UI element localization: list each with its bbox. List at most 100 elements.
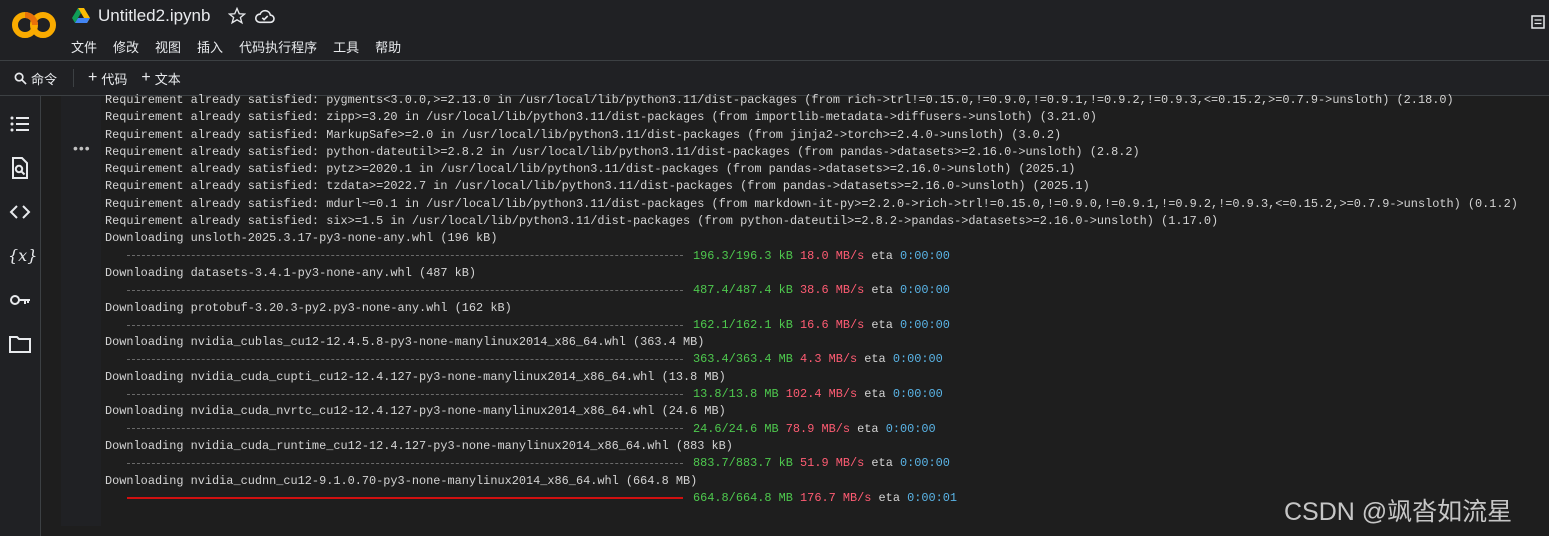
download-label: Downloading nvidia_cuda_nvrtc_cu12-12.4.… xyxy=(105,404,726,419)
drive-icon[interactable] xyxy=(72,8,90,24)
cloud-saved-icon[interactable] xyxy=(254,7,276,25)
eta-label: eta xyxy=(871,317,893,332)
output-line: Requirement already satisfied: six>=1.5 … xyxy=(105,214,1219,229)
find-icon[interactable] xyxy=(8,156,32,180)
top-bar: Untitled2.ipynb 文件 修改 视图 插入 代码执行程序 工具 帮助 xyxy=(0,0,1549,61)
download-label: Downloading protobuf-3.20.3-py2.py3-none… xyxy=(105,300,512,315)
progress-bar xyxy=(127,359,683,361)
download-progress: 196.3/196.3 kB 18.0 MB/s eta 0:00:00 xyxy=(105,248,1518,265)
download-progress: 487.4/487.4 kB 38.6 MB/s eta 0:00:00 xyxy=(105,282,1518,299)
download-speed: 78.9 MB/s xyxy=(785,421,851,436)
progress-bar xyxy=(127,324,683,327)
download-eta: 0:00:01 xyxy=(907,490,958,505)
download-size: 13.8/13.8 MB xyxy=(693,387,779,402)
eta-label: eta xyxy=(864,352,886,367)
colab-logo[interactable] xyxy=(12,10,56,40)
download-label: Downloading nvidia_cudnn_cu12-9.1.0.70-p… xyxy=(105,473,698,488)
add-text-label: 文本 xyxy=(154,71,181,87)
eta-label: eta xyxy=(864,387,886,402)
download-label: Downloading nvidia_cuda_runtime_cu12-12.… xyxy=(105,438,733,453)
output-line: Requirement already satisfied: tzdata>=2… xyxy=(105,179,1090,194)
progress-bar xyxy=(127,255,683,257)
menu-runtime[interactable]: 代码执行程序 xyxy=(239,37,317,56)
output-line: Requirement already satisfied: pytz>=202… xyxy=(105,162,1076,177)
download-label: Downloading unsloth-2025.3.17-py3-none-a… xyxy=(105,231,498,246)
output-line: Requirement already satisfied: zipp>=3.2… xyxy=(105,110,1097,125)
menu-bar: 文件 修改 视图 插入 代码执行程序 工具 帮助 xyxy=(71,37,401,56)
download-label: Downloading nvidia_cuda_cupti_cu12-12.4.… xyxy=(105,369,726,384)
eta-label: eta xyxy=(871,248,893,263)
download-size: 363.4/363.4 MB xyxy=(693,352,793,367)
download-progress: 883.7/883.7 kB 51.9 MB/s eta 0:00:00 xyxy=(105,455,1518,472)
download-size: 664.8/664.8 MB xyxy=(693,490,793,505)
download-size: 883.7/883.7 kB xyxy=(693,456,793,471)
download-size: 196.3/196.3 kB xyxy=(693,248,793,263)
download-progress: 363.4/363.4 MB 4.3 MB/s eta 0:00:00 xyxy=(105,351,1518,368)
download-eta: 0:00:00 xyxy=(899,317,950,332)
output-line: Requirement already satisfied: MarkupSaf… xyxy=(105,127,1062,142)
download-progress: 24.6/24.6 MB 78.9 MB/s eta 0:00:00 xyxy=(105,421,1518,438)
progress-bar xyxy=(127,428,683,430)
code-snippets-icon[interactable] xyxy=(8,200,32,224)
download-speed: 18.0 MB/s xyxy=(800,248,865,263)
add-text-button[interactable]: + 文本 xyxy=(141,69,180,88)
download-size: 24.6/24.6 MB xyxy=(693,421,779,436)
download-size: 487.4/487.4 kB xyxy=(693,283,793,298)
toolbar-divider xyxy=(73,69,75,87)
download-eta: 0:00:00 xyxy=(899,283,950,298)
download-eta: 0:00:00 xyxy=(892,387,943,402)
download-progress: 162.1/162.1 kB 16.6 MB/s eta 0:00:00 xyxy=(105,317,1518,334)
progress-bar xyxy=(127,462,683,465)
menu-insert[interactable]: 插入 xyxy=(197,37,223,56)
cell-gutter xyxy=(61,96,101,526)
toc-icon[interactable] xyxy=(8,112,32,136)
output-line: Requirement already satisfied: python-da… xyxy=(105,144,1140,159)
download-size: 162.1/162.1 kB xyxy=(693,317,793,332)
add-code-button[interactable]: + 代码 xyxy=(88,69,127,88)
eta-label: eta xyxy=(871,456,893,471)
star-icon[interactable] xyxy=(228,7,247,25)
download-eta: 0:00:00 xyxy=(899,456,950,471)
key-icon[interactable] xyxy=(8,288,32,312)
left-sidebar: {x} xyxy=(0,96,41,536)
eta-label: eta xyxy=(857,421,879,436)
folder-icon[interactable] xyxy=(8,332,32,356)
search-icon xyxy=(14,72,27,85)
eta-label: eta xyxy=(871,283,893,298)
eta-label: eta xyxy=(878,490,900,505)
download-label: Downloading nvidia_cublas_cu12-12.4.5.8-… xyxy=(105,335,705,350)
menu-file[interactable]: 文件 xyxy=(71,37,97,56)
download-speed: 16.6 MB/s xyxy=(800,317,865,332)
menu-edit[interactable]: 修改 xyxy=(113,37,139,56)
command-label: 命令 xyxy=(31,71,58,87)
toolbar: 命令 + 代码 + 文本 xyxy=(0,61,1549,96)
plus-icon: + xyxy=(141,69,151,86)
download-eta: 0:00:00 xyxy=(899,248,950,263)
progress-bar xyxy=(127,393,683,396)
cell-output: Requirement already satisfied: pygments<… xyxy=(105,92,1518,507)
notebook-title[interactable]: Untitled2.ipynb xyxy=(98,6,210,26)
output-menu-icon[interactable]: ••• xyxy=(73,140,91,156)
comment-icon[interactable] xyxy=(1531,15,1545,29)
variables-icon[interactable]: {x} xyxy=(8,244,37,268)
plus-icon: + xyxy=(88,69,98,86)
command-palette-button[interactable]: 命令 xyxy=(14,69,57,88)
download-label: Downloading datasets-3.4.1-py3-none-any.… xyxy=(105,265,477,280)
download-speed: 38.6 MB/s xyxy=(800,283,865,298)
watermark: CSDN @飒沓如流星 xyxy=(1284,498,1513,526)
download-speed: 4.3 MB/s xyxy=(800,352,858,367)
output-line: Requirement already satisfied: pygments<… xyxy=(105,93,1454,107)
menu-help[interactable]: 帮助 xyxy=(375,37,401,56)
menu-tools[interactable]: 工具 xyxy=(333,37,359,56)
download-progress: 13.8/13.8 MB 102.4 MB/s eta 0:00:00 xyxy=(105,386,1518,403)
add-code-label: 代码 xyxy=(101,71,128,87)
download-speed: 102.4 MB/s xyxy=(785,387,858,402)
menu-view[interactable]: 视图 xyxy=(155,37,181,56)
output-line: Requirement already satisfied: mdurl~=0.… xyxy=(105,196,1518,211)
progress-bar xyxy=(127,289,683,292)
download-eta: 0:00:00 xyxy=(892,352,943,367)
progress-bar-active xyxy=(127,496,683,500)
download-eta: 0:00:00 xyxy=(885,421,936,436)
download-speed: 51.9 MB/s xyxy=(800,456,865,471)
download-speed: 176.7 MB/s xyxy=(800,490,872,505)
